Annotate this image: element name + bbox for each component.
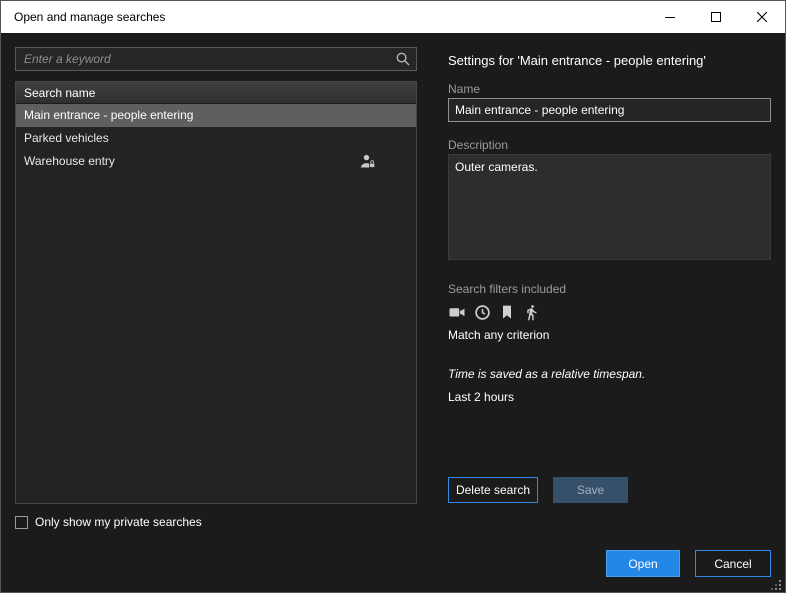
saved-searches-list: Search name Main entrance - people enter… (15, 81, 417, 504)
relative-timespan-note: Time is saved as a relative timespan. (448, 367, 771, 381)
settings-heading: Settings for 'Main entrance - people ent… (448, 53, 771, 68)
bookmark-icon (499, 304, 515, 320)
match-criterion-text: Match any criterion (448, 328, 771, 342)
search-filters-label: Search filters included (448, 282, 771, 296)
maximize-button[interactable] (693, 1, 739, 33)
minimize-button[interactable] (647, 1, 693, 33)
list-item-label: Warehouse entry (24, 154, 115, 168)
list-item-warehouse-entry[interactable]: Warehouse entry (16, 150, 416, 173)
resize-grip[interactable] (771, 578, 782, 589)
delete-search-button[interactable]: Delete search (448, 477, 538, 503)
list-column-header[interactable]: Search name (16, 82, 416, 104)
camera-icon (448, 303, 466, 321)
save-button[interactable]: Save (553, 477, 628, 503)
cancel-button[interactable]: Cancel (695, 550, 771, 577)
description-textarea[interactable]: Outer cameras. (448, 154, 771, 260)
minimize-icon (665, 12, 675, 22)
close-button[interactable] (739, 1, 785, 33)
name-input[interactable] (448, 98, 771, 122)
list-item-label: Main entrance - people entering (24, 108, 193, 122)
description-label: Description (448, 138, 771, 152)
close-icon (757, 12, 767, 22)
clock-icon (474, 304, 491, 321)
search-icon (395, 51, 411, 67)
private-searches-filter: Only show my private searches (15, 515, 202, 529)
list-item-parked-vehicles[interactable]: Parked vehicles (16, 127, 416, 150)
list-item-label: Parked vehicles (24, 131, 109, 145)
window-title: Open and manage searches (14, 10, 165, 24)
window-controls (647, 1, 785, 33)
list-item-main-entrance[interactable]: Main entrance - people entering (16, 104, 416, 127)
open-and-manage-searches-dialog: Open and manage searches (0, 0, 786, 593)
only-private-checkbox[interactable] (15, 516, 28, 529)
keyword-search (15, 47, 417, 71)
timespan-value: Last 2 hours (448, 390, 771, 404)
person-walk-icon (523, 304, 540, 321)
private-search-icon (359, 153, 376, 170)
name-label: Name (448, 82, 771, 96)
open-button[interactable]: Open (606, 550, 680, 577)
search-input[interactable] (15, 47, 417, 71)
only-private-checkbox-label[interactable]: Only show my private searches (35, 515, 202, 529)
maximize-icon (711, 12, 721, 22)
title-bar[interactable]: Open and manage searches (1, 1, 785, 33)
search-filter-icons (448, 303, 771, 321)
